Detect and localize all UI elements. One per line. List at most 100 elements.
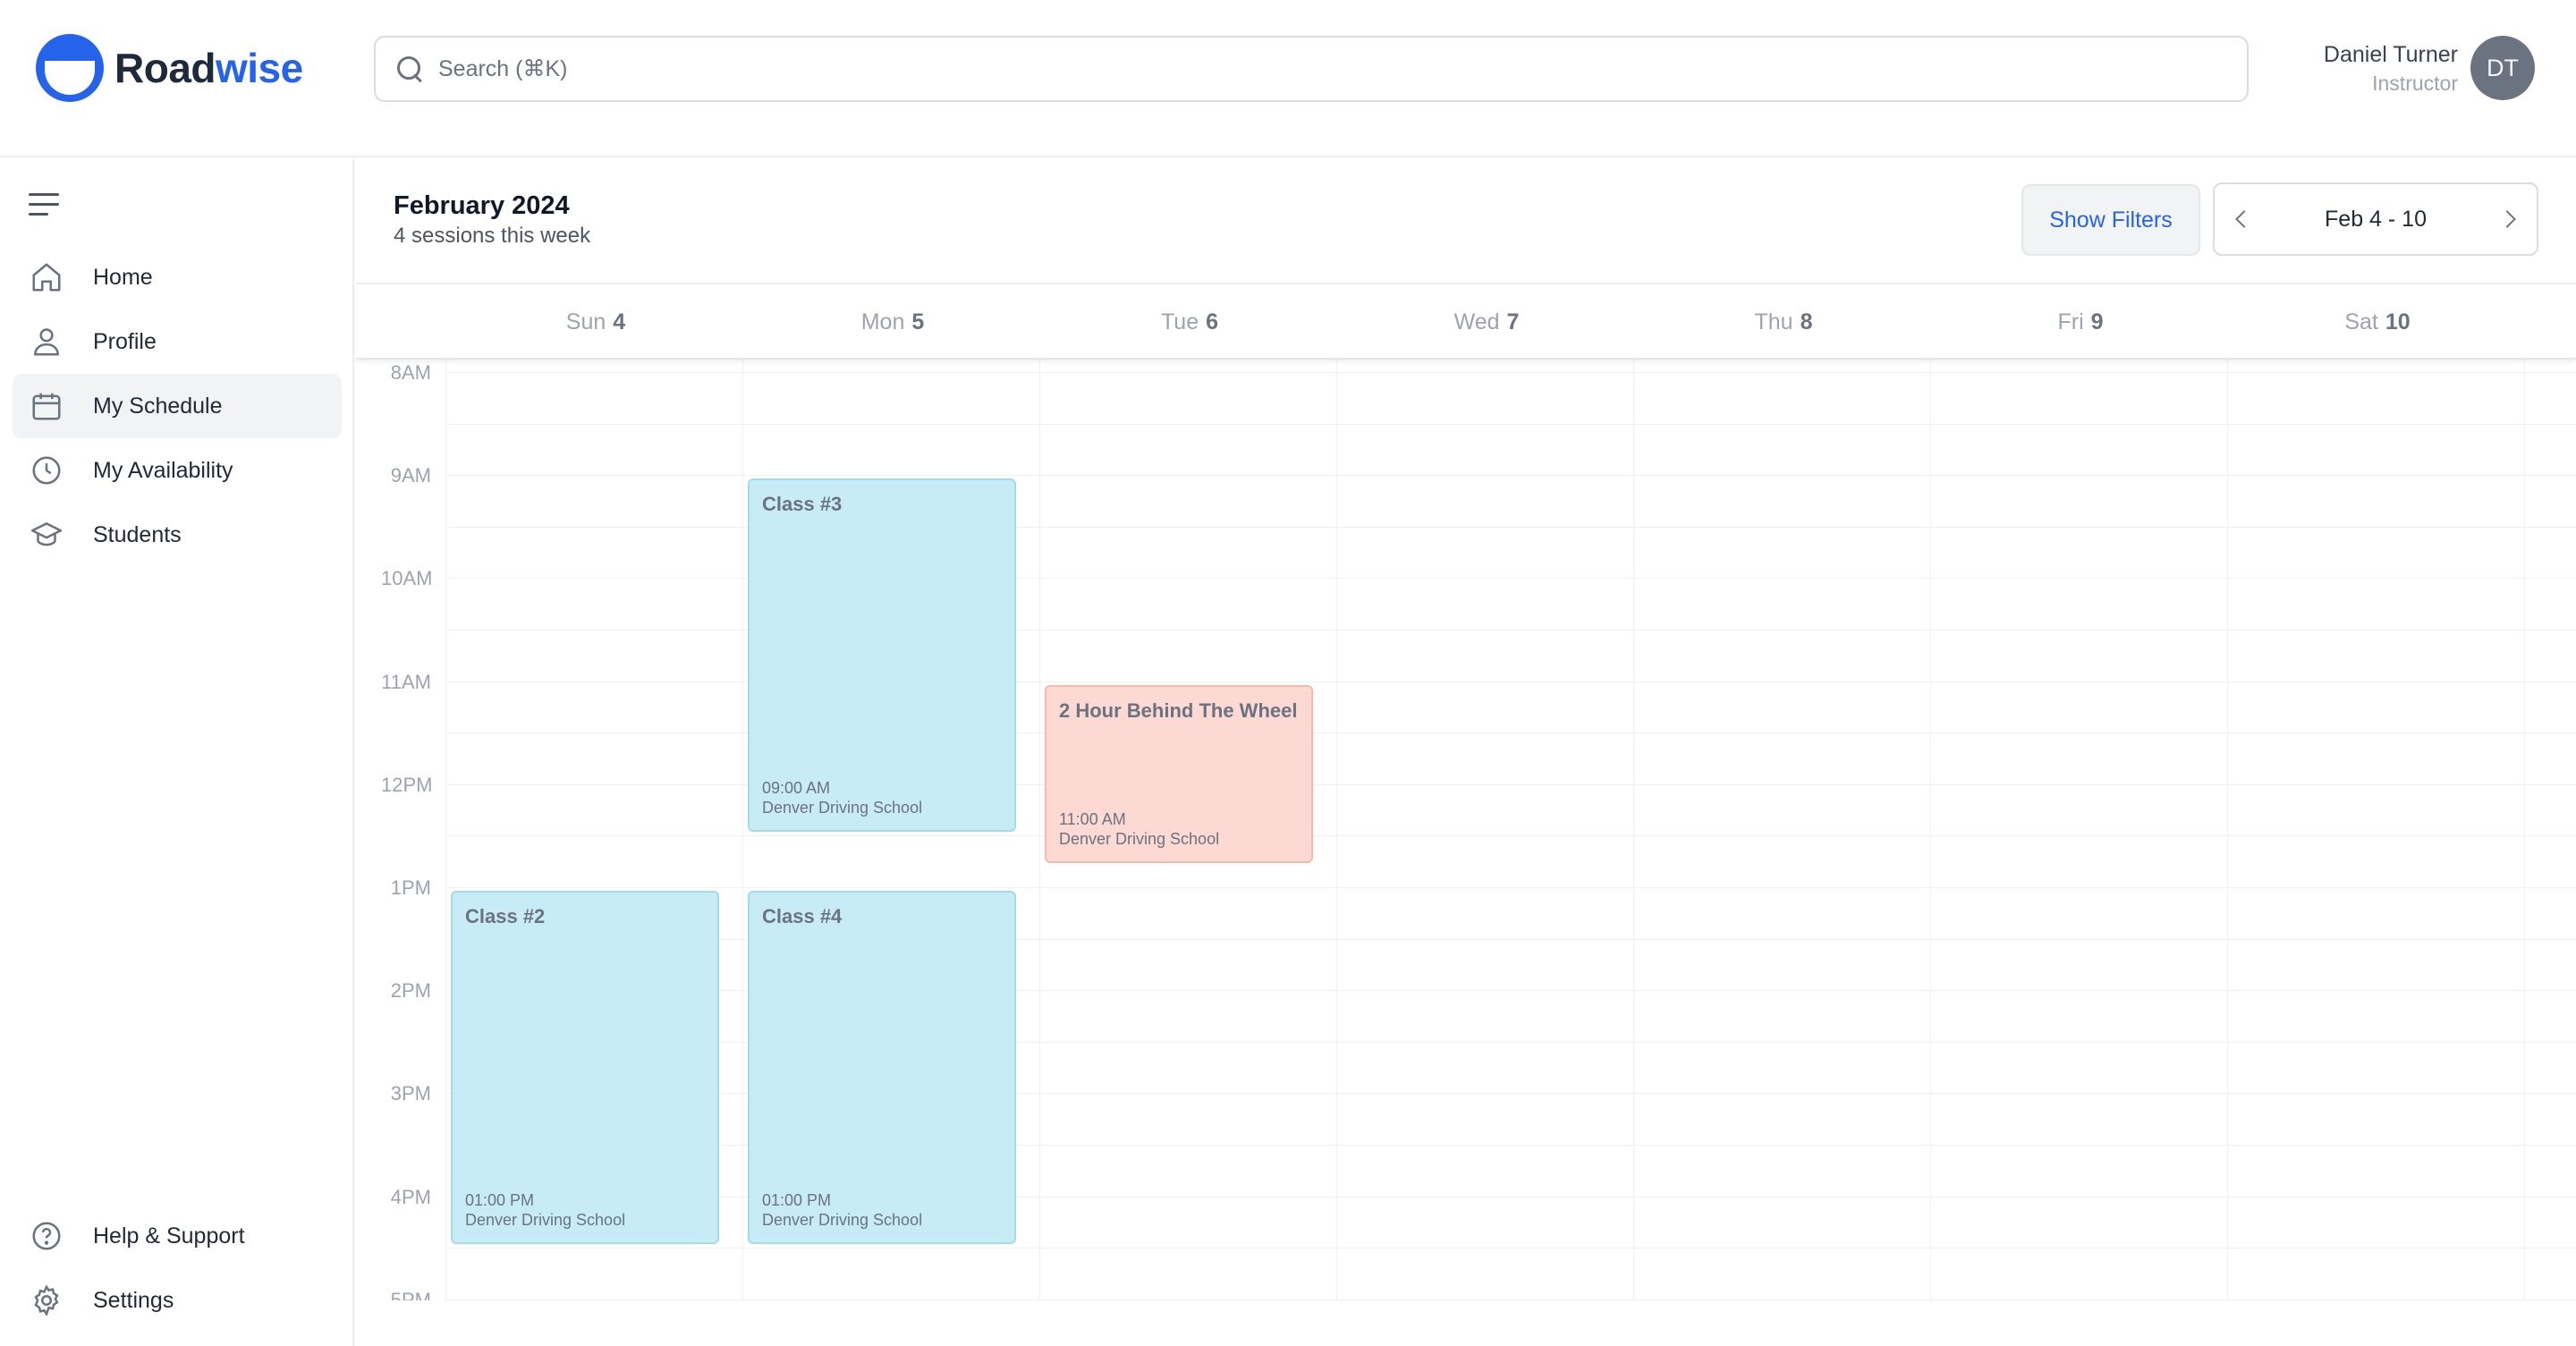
chevron-right-icon[interactable]	[2498, 210, 2516, 228]
sidebar-item-my-schedule[interactable]: My Schedule	[13, 374, 342, 438]
hour-label: 1PM	[390, 876, 431, 899]
hour-line	[445, 475, 2576, 477]
help-icon	[29, 1218, 64, 1254]
week-range-picker: Feb 4 - 10	[2213, 182, 2538, 256]
day-column-line	[445, 360, 446, 1300]
calendar-grid[interactable]: 8AM 9AM 10AM 11AM 12PM 1PM 2PM 3PM 4PM 5PM Class #…	[356, 360, 2576, 1300]
event-title: 2 Hour Behind The Wheel	[1059, 698, 1298, 722]
event-details: 09:00 AM Denver Driving School	[762, 778, 922, 817]
hour-label: 4PM	[390, 1185, 431, 1208]
sidebar-item-label: Students	[93, 521, 182, 547]
sidebar-bottom-nav: Help & Support Settings	[13, 1204, 342, 1333]
half-hour-line	[445, 1248, 2576, 1249]
user-icon	[29, 324, 64, 360]
user-role: Instructor	[2372, 72, 2458, 95]
hour-label: 11AM	[381, 670, 431, 693]
sidebar-nav: Home Profile My Schedule My Availability…	[13, 245, 342, 567]
event-details: 11:00 AM Denver Driving School	[1059, 809, 1219, 849]
menu-toggle-icon[interactable]	[29, 191, 61, 218]
event-time: 01:00 PM	[465, 1191, 535, 1210]
day-header-sat[interactable]: Sat 10	[2229, 284, 2526, 360]
hour-label: 9AM	[390, 464, 431, 487]
calendar-event[interactable]: Class #3 09:00 AM Denver Driving School	[748, 478, 1016, 833]
sidebar-item-label: My Availability	[93, 457, 233, 483]
user-info: Daniel Turner Instructor	[2324, 39, 2458, 97]
event-location: Denver Driving School	[762, 799, 923, 817]
hour-label: 3PM	[390, 1082, 431, 1105]
sidebar-item-label: Help & Support	[93, 1223, 245, 1249]
event-time: 11:00 AM	[1059, 809, 1126, 828]
sidebar-item-my-availability[interactable]: My Availability	[13, 438, 342, 503]
day-header-row: Sun 4 Mon 5 Tue 6 Wed 7 Thu 8 Fri 9 Sat 10	[356, 284, 2576, 360]
day-header-fri[interactable]: Fri 9	[1932, 284, 2229, 360]
search-icon	[395, 55, 424, 83]
calendar-event[interactable]: Class #4 01:00 PM Denver Driving School	[748, 891, 1016, 1245]
hour-line	[445, 372, 2576, 373]
user-name: Daniel Turner	[2323, 42, 2458, 67]
gear-icon	[29, 1283, 64, 1318]
search-bar[interactable]	[374, 36, 2249, 102]
day-column-line	[2227, 360, 2228, 1300]
sidebar-item-home[interactable]: Home	[13, 245, 342, 309]
search-input[interactable]	[438, 55, 2209, 82]
event-location: Denver Driving School	[465, 1211, 626, 1230]
hour-label: 12PM	[381, 773, 433, 796]
hour-label: 2PM	[390, 979, 431, 1003]
user-menu[interactable]: Daniel Turner Instructor DT	[2324, 34, 2535, 102]
day-column-line	[1633, 360, 1634, 1300]
event-details: 01:00 PM Denver Driving School	[465, 1190, 625, 1230]
logo-icon	[36, 34, 104, 102]
sidebar-item-help-support[interactable]: Help & Support	[13, 1204, 342, 1268]
day-header-sun[interactable]: Sun 4	[447, 284, 744, 360]
avatar[interactable]: DT	[2470, 36, 2535, 100]
week-range-label: Feb 4 - 10	[2325, 206, 2427, 232]
event-details: 01:00 PM Denver Driving School	[762, 1190, 922, 1230]
session-count: 4 sessions this week	[394, 224, 591, 248]
page-title: February 2024	[394, 191, 570, 220]
day-column-line	[1039, 360, 1040, 1300]
graduation-cap-icon	[29, 517, 64, 553]
hour-line	[445, 887, 2576, 888]
event-location: Denver Driving School	[762, 1211, 923, 1230]
schedule-header: February 2024 4 sessions this week Show …	[356, 159, 2576, 284]
hour-line	[445, 1299, 2576, 1300]
calendar-event[interactable]: 2 Hour Behind The Wheel 11:00 AM Denver Dr…	[1045, 684, 1313, 863]
day-column-line	[742, 360, 743, 1300]
day-header-tue[interactable]: Tue 6	[1041, 284, 1338, 360]
brand-logo[interactable]: Roadwise	[36, 34, 303, 102]
calendar-icon	[29, 388, 64, 424]
hour-label: 10AM	[381, 567, 433, 590]
event-title: Class #2	[465, 905, 546, 927]
event-time: 01:00 PM	[762, 1191, 832, 1210]
event-title: Class #3	[762, 493, 843, 516]
day-column-line	[2524, 360, 2525, 1300]
sidebar-item-label: Home	[93, 264, 153, 290]
event-title: Class #4	[762, 905, 843, 927]
schedule-main: February 2024 4 sessions this week Show …	[356, 159, 2576, 1346]
chevron-left-icon[interactable]	[2235, 210, 2253, 228]
clock-icon	[29, 453, 64, 488]
sidebar-item-label: Profile	[93, 328, 157, 354]
top-bar: Roadwise Daniel Turner Instructor DT	[0, 0, 2576, 157]
sidebar-item-profile[interactable]: Profile	[13, 309, 342, 374]
show-filters-button[interactable]: Show Filters	[2021, 184, 2200, 256]
event-time: 09:00 AM	[762, 779, 831, 798]
sidebar-item-label: Settings	[93, 1287, 174, 1313]
day-column-line	[1336, 360, 1337, 1300]
half-hour-line	[445, 423, 2576, 425]
sidebar-item-settings[interactable]: Settings	[13, 1268, 342, 1333]
day-header-mon[interactable]: Mon 5	[744, 284, 1041, 360]
hour-label: 5PM	[390, 1288, 431, 1300]
sidebar: Home Profile My Schedule My Availability…	[0, 159, 354, 1346]
day-header-wed[interactable]: Wed 7	[1338, 284, 1635, 360]
calendar-event[interactable]: Class #2 01:00 PM Denver Driving School	[451, 891, 719, 1245]
half-hour-line	[445, 835, 2576, 837]
sidebar-item-students[interactable]: Students	[13, 503, 342, 567]
event-location: Denver Driving School	[1059, 829, 1220, 848]
brand-name: Roadwise	[114, 45, 303, 91]
hour-label: 8AM	[390, 361, 431, 384]
day-header-thu[interactable]: Thu 8	[1635, 284, 1932, 360]
sidebar-item-label: My Schedule	[93, 393, 223, 419]
day-column-line	[1930, 360, 1931, 1300]
home-icon	[29, 259, 64, 295]
